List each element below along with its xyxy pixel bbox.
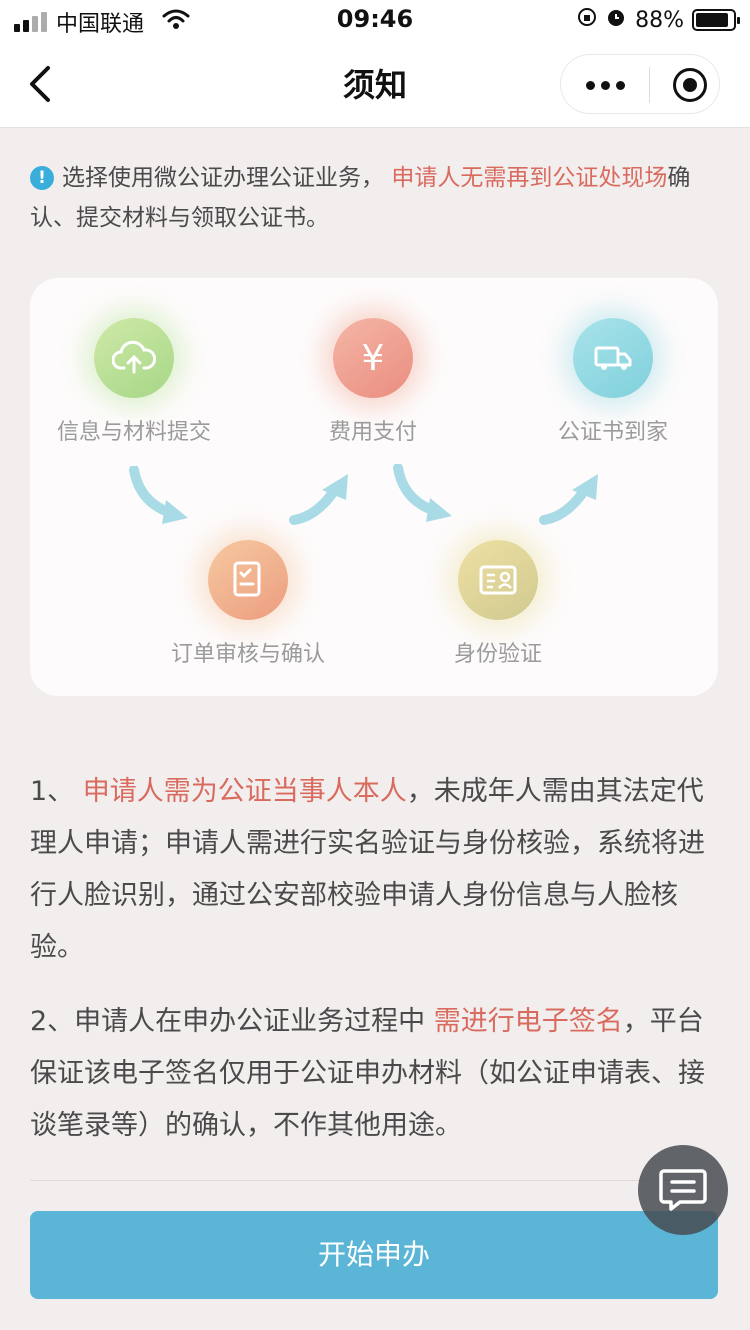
step-label: 公证书到家 bbox=[557, 420, 668, 445]
notice-text-before: 选择使用微公证办理公证业务， bbox=[62, 165, 384, 191]
term-highlight: 申请人需为公证当事人本人 bbox=[82, 776, 407, 807]
capsule-divider bbox=[649, 67, 650, 103]
alarm-icon bbox=[605, 6, 627, 34]
step-label: 身份验证 bbox=[453, 642, 542, 667]
status-bar: 中国联通 09:46 88% bbox=[0, 0, 750, 40]
flow-arrow-down-icon bbox=[129, 466, 188, 524]
notice-text: ! 选择使用微公证办理公证业务， 申请人无需再到公证处现场确认、提交材料与领取公证… bbox=[30, 158, 725, 238]
battery-icon bbox=[692, 9, 740, 31]
term-item-1: 1、 申请人需为公证当事人本人，未成年人需由其法定代理人申请；申请人需进行实名验… bbox=[30, 766, 720, 974]
flow-arrow-down-icon bbox=[393, 464, 452, 522]
step-label: 订单审核与确认 bbox=[170, 642, 325, 667]
step-identity-verification: 身份验证 bbox=[388, 540, 608, 668]
term-highlight: 需进行电子签名 bbox=[433, 1006, 623, 1037]
customer-service-button[interactable] bbox=[638, 1145, 728, 1235]
content-divider bbox=[30, 1180, 720, 1181]
status-right-group: 88% bbox=[577, 6, 740, 34]
delivery-truck-icon bbox=[573, 318, 653, 398]
navigation-bar: 须知 bbox=[0, 40, 750, 128]
miniprogram-capsule bbox=[560, 54, 720, 114]
flow-arrow-up-icon bbox=[289, 474, 348, 525]
step-payment: ¥ 费用支付 bbox=[263, 318, 483, 446]
cloud-upload-icon bbox=[94, 318, 174, 398]
step-delivery: 公证书到家 bbox=[503, 318, 723, 446]
notice-highlight: 申请人无需再到公证处现场 bbox=[391, 165, 668, 191]
flow-arrow-up-icon bbox=[539, 474, 598, 525]
process-flow-card: 信息与材料提交 ¥ 费用支付 公证书到家 订单审核与确认 身份验证 bbox=[30, 278, 718, 696]
term-item-2: 2、申请人在申办公证业务过程中 需进行电子签名，平台保证该电子签名仅用于公证申办… bbox=[30, 996, 720, 1152]
battery-fill bbox=[696, 13, 728, 27]
step-label: 费用支付 bbox=[328, 420, 417, 445]
close-miniprogram-button[interactable] bbox=[673, 68, 707, 102]
start-application-button[interactable]: 开始申办 bbox=[30, 1211, 718, 1299]
yen-icon: ¥ bbox=[333, 318, 413, 398]
step-order-review: 订单审核与确认 bbox=[138, 540, 358, 668]
chat-bubble-icon bbox=[659, 1169, 707, 1211]
document-check-icon bbox=[208, 540, 288, 620]
more-dots-icon bbox=[585, 80, 595, 90]
step-info-submission: 信息与材料提交 bbox=[24, 318, 244, 446]
orientation-lock-icon bbox=[577, 7, 597, 33]
step-label: 信息与材料提交 bbox=[56, 420, 211, 445]
term-prefix: 2、申请人在申办公证业务过程中 bbox=[30, 1006, 434, 1037]
info-icon: ! bbox=[30, 166, 54, 190]
term-prefix: 1、 bbox=[30, 776, 83, 807]
more-options-button[interactable] bbox=[561, 55, 649, 115]
id-card-icon bbox=[458, 540, 538, 620]
battery-percent: 88% bbox=[635, 7, 684, 33]
